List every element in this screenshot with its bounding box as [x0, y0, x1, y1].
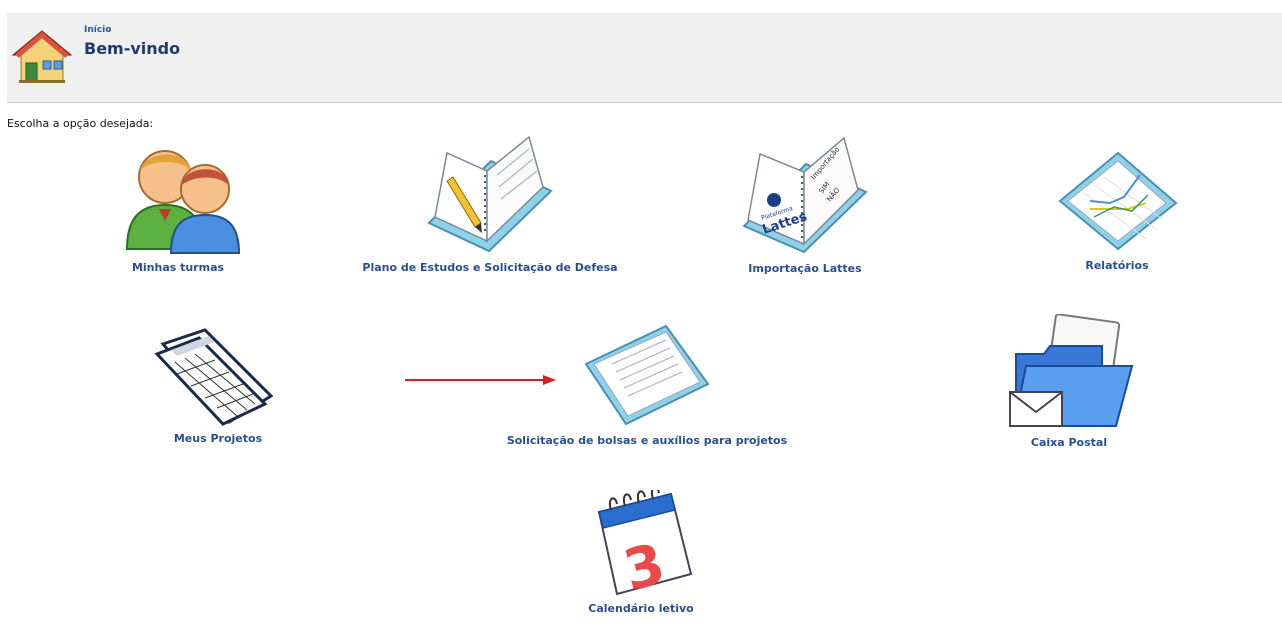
users-icon: [125, 150, 241, 254]
option-label[interactable]: Meus Projetos: [174, 432, 262, 445]
breadcrumb[interactable]: Início: [84, 25, 111, 35]
page-header: Início Bem-vindo: [7, 13, 1282, 103]
option-label[interactable]: Caixa Postal: [1031, 436, 1107, 449]
option-calendario-letivo[interactable]: 3 Calendário letivo: [574, 490, 708, 615]
home-icon[interactable]: [11, 29, 73, 85]
spreadsheet-documents-icon: [154, 328, 274, 426]
option-label[interactable]: Relatórios: [1085, 259, 1148, 272]
instruction-text: Escolha a opção desejada:: [7, 117, 154, 130]
calendar-icon: 3: [597, 490, 693, 596]
option-label[interactable]: Minhas turmas: [132, 261, 224, 274]
option-label[interactable]: Calendário letivo: [588, 602, 693, 615]
option-meus-projetos[interactable]: Meus Projetos: [143, 326, 293, 445]
red-arrow-icon: [405, 375, 556, 385]
page-title: Bem-vindo: [84, 39, 181, 58]
option-label[interactable]: Solicitação de bolsas e auxílios para pr…: [507, 434, 787, 447]
mail-folder-icon: [1009, 314, 1134, 427]
option-label[interactable]: Plano de Estudos e Solicitação de Defesa: [362, 261, 617, 274]
notebook-pen-icon: [427, 135, 553, 253]
option-label[interactable]: Importação Lattes: [748, 262, 861, 275]
option-relatorios[interactable]: Relatórios: [1047, 145, 1187, 272]
page: Início Bem-vindo Escolha a opção desejad…: [0, 0, 1282, 639]
document-icon: [584, 324, 710, 426]
report-chart-icon: [1058, 151, 1178, 251]
option-plano-de-estudos[interactable]: Plano de Estudos e Solicitação de Defesa: [330, 131, 650, 274]
option-importacao-lattes[interactable]: Plataforma Lattes Importação SIM NÃO Imp…: [720, 134, 890, 275]
option-caixa-postal[interactable]: Caixa Postal: [994, 314, 1144, 449]
option-minhas-turmas[interactable]: Minhas turmas: [88, 137, 268, 274]
lattes-import-icon: Plataforma Lattes Importação SIM NÃO: [742, 136, 868, 254]
